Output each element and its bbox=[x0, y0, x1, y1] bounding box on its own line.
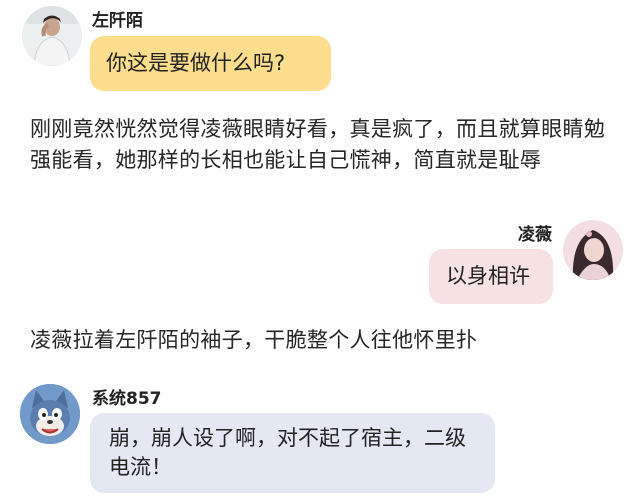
sender-name: 凌薇 bbox=[518, 225, 552, 245]
message-bubble[interactable]: 以身相许 bbox=[429, 249, 553, 304]
message-text: 崩，崩人设了啊，对不起了宿主，二级电流！ bbox=[109, 426, 466, 479]
narration-text: 刚刚竟然恍然觉得凌薇眼睛好看，真是疯了，而且就算眼睛勉强能看，她那样的长相也能让… bbox=[30, 117, 606, 172]
message-text: 你这是要做什么吗? bbox=[106, 51, 286, 75]
person-avatar-icon bbox=[563, 220, 623, 280]
message-text: 以身相许 bbox=[446, 264, 530, 288]
avatar-zuo-qianmo[interactable] bbox=[22, 6, 82, 66]
avatar-ling-wei[interactable] bbox=[563, 220, 623, 280]
message-bubble[interactable]: 你这是要做什么吗? bbox=[90, 36, 331, 91]
sender-name: 系统857 bbox=[92, 389, 162, 409]
message-bubble[interactable]: 崩，崩人设了啊，对不起了宿主，二级电流！ bbox=[90, 413, 495, 493]
sender-name: 左阡陌 bbox=[92, 11, 143, 31]
person-avatar-icon bbox=[22, 6, 82, 66]
narration-text: 凌薇拉着左阡陌的袖子，干脆整个人往他怀里扑 bbox=[30, 328, 478, 352]
avatar-system-857[interactable] bbox=[20, 384, 80, 444]
cartoon-cat-avatar-icon bbox=[20, 384, 80, 444]
